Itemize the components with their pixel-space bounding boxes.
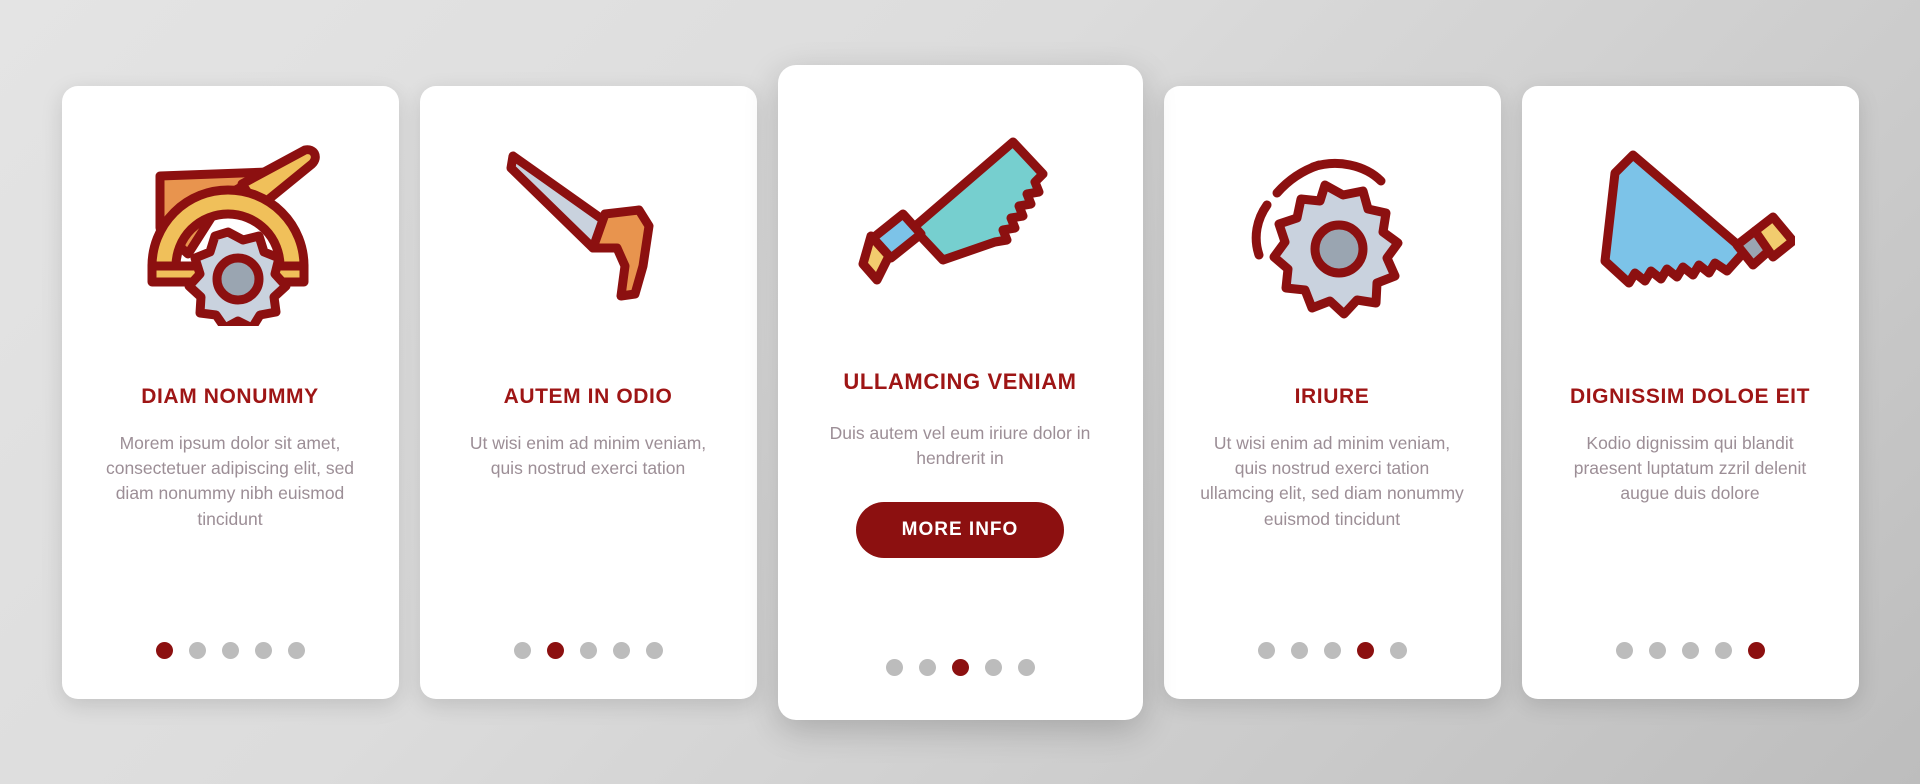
pagination-dot-5[interactable] <box>1747 641 1765 659</box>
pagination-dot-3[interactable] <box>951 658 969 676</box>
pagination-dot-3[interactable] <box>579 641 597 659</box>
card-title: AUTEM IN ODIO <box>503 384 673 408</box>
pagination-dots <box>420 641 757 659</box>
pagination-dot-5[interactable] <box>287 641 305 659</box>
pagination-dot-1[interactable] <box>1615 641 1633 659</box>
pagination-dot-4[interactable] <box>1356 641 1374 659</box>
card-body: Kodio dignissim qui blandit praesent lup… <box>1573 432 1807 504</box>
pagination-dot-2[interactable] <box>546 641 564 659</box>
card-title: DIAM NONUMMY <box>141 384 319 408</box>
pagination-dot-2[interactable] <box>1648 641 1666 659</box>
card-body: Morem ipsum dolor sit amet, consectetuer… <box>105 432 355 529</box>
card-body: Ut wisi enim ad minim veniam, quis nostr… <box>469 432 707 479</box>
onboarding-card-3[interactable]: ULLAMCING VENIAM Duis autem vel eum iriu… <box>777 64 1143 720</box>
pagination-dots <box>1522 641 1859 659</box>
card-body: Ut wisi enim ad minim veniam, quis nostr… <box>1200 432 1464 529</box>
pagination-dot-4[interactable] <box>984 658 1002 676</box>
pagination-dot-1[interactable] <box>513 641 531 659</box>
pagination-dot-1[interactable] <box>885 658 903 676</box>
pagination-dot-2[interactable] <box>188 641 206 659</box>
spinning-saw-blade-icon <box>1164 86 1501 376</box>
teal-handsaw-icon <box>778 65 1143 365</box>
onboarding-card-4[interactable]: IRIURE Ut wisi enim ad minim veniam, qui… <box>1163 85 1501 699</box>
circular-saw-machine-icon <box>62 86 399 376</box>
pagination-dot-3[interactable] <box>1323 641 1341 659</box>
pagination-dot-1[interactable] <box>155 641 173 659</box>
onboarding-card-2[interactable]: AUTEM IN ODIO Ut wisi enim ad minim veni… <box>419 85 757 699</box>
pagination-dot-4[interactable] <box>1714 641 1732 659</box>
pagination-dot-3[interactable] <box>1681 641 1699 659</box>
pagination-dot-3[interactable] <box>221 641 239 659</box>
pagination-dots <box>1164 641 1501 659</box>
pagination-dot-4[interactable] <box>612 641 630 659</box>
hand-saw-icon <box>420 86 757 376</box>
blue-saw-icon <box>1522 86 1859 376</box>
pagination-dots <box>778 658 1143 676</box>
card-title: IRIURE <box>1294 384 1370 408</box>
pagination-dots <box>62 641 399 659</box>
card-body: Duis autem vel eum iriure dolor in hendr… <box>829 422 1091 469</box>
pagination-dot-5[interactable] <box>645 641 663 659</box>
onboarding-card-5[interactable]: DIGNISSIM DOLOE EIT Kodio dignissim qui … <box>1521 85 1859 699</box>
pagination-dot-5[interactable] <box>1389 641 1407 659</box>
pagination-dot-2[interactable] <box>918 658 936 676</box>
pagination-dot-5[interactable] <box>1017 658 1035 676</box>
onboarding-screens-row: DIAM NONUMMY Morem ipsum dolor sit amet,… <box>0 0 1920 784</box>
more-info-button[interactable]: MORE INFO <box>855 501 1065 558</box>
pagination-dot-2[interactable] <box>1290 641 1308 659</box>
onboarding-card-1[interactable]: DIAM NONUMMY Morem ipsum dolor sit amet,… <box>61 85 399 699</box>
card-title: DIGNISSIM DOLOE EIT <box>1569 384 1811 408</box>
pagination-dot-1[interactable] <box>1257 641 1275 659</box>
card-title: ULLAMCING VENIAM <box>843 368 1077 394</box>
pagination-dot-4[interactable] <box>254 641 272 659</box>
